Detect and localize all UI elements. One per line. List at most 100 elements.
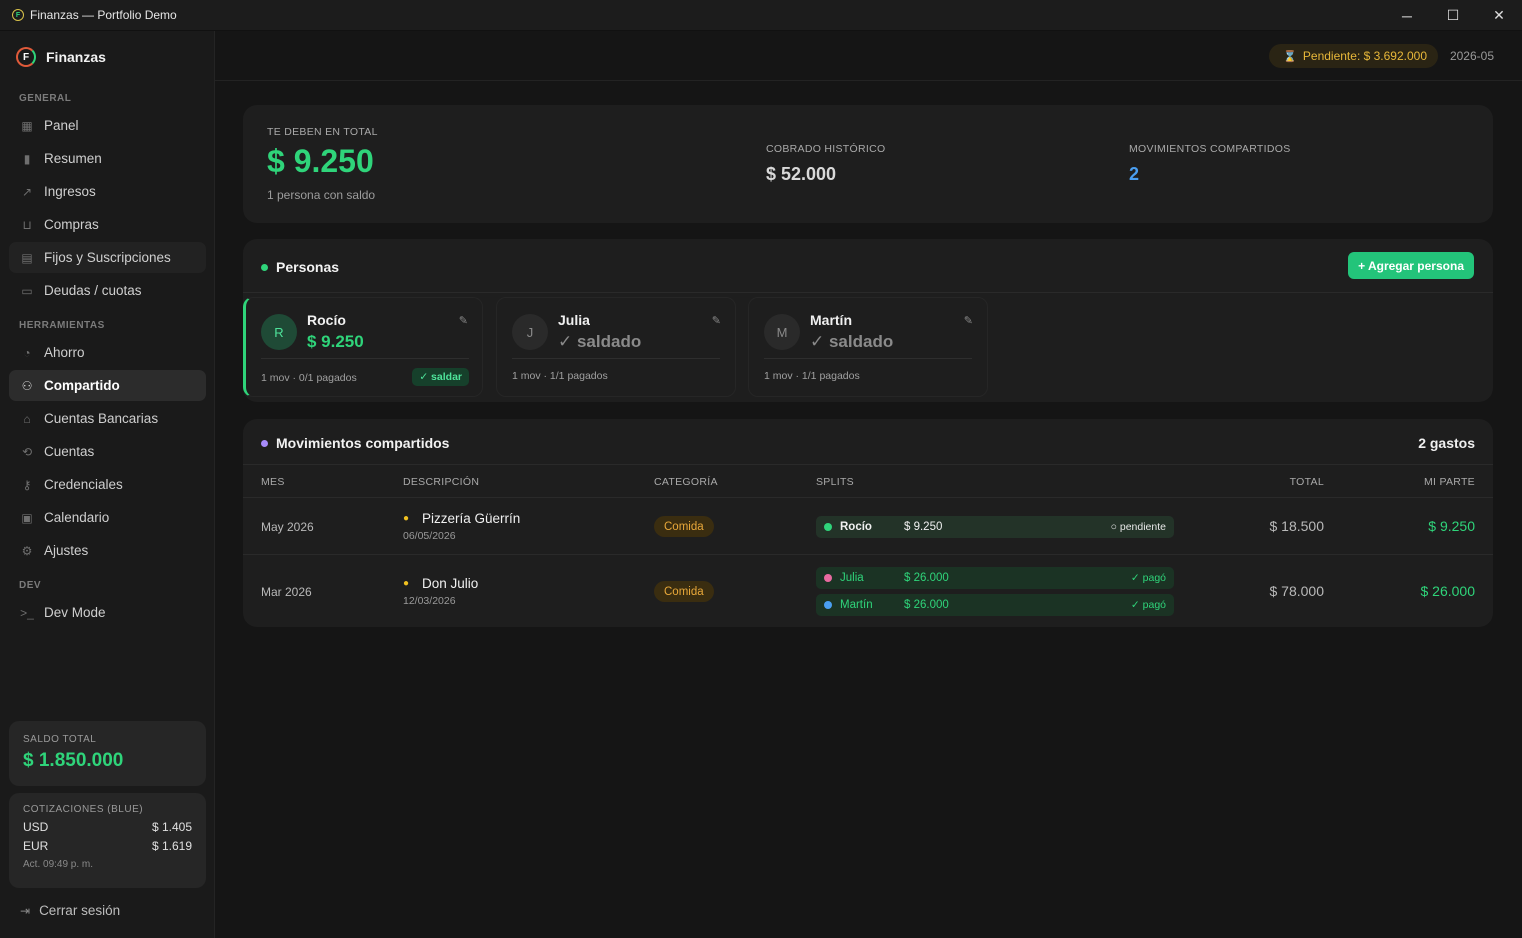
- sidebar-item-cuentas[interactable]: ⟲ Cuentas: [9, 436, 206, 467]
- brand-name: Finanzas: [46, 49, 106, 65]
- sidebar: F Finanzas GENERAL ▦ Panel ▮ Resumen ↗ Ingr…: [0, 31, 215, 938]
- person-card-rocio[interactable]: R Rocío $ 9.250 ✎ 1 mov · 0/1 pagados ✓ …: [243, 297, 483, 397]
- person-meta: 1 mov · 1/1 pagados: [512, 370, 608, 382]
- person-card-martin[interactable]: M Martín ✓ saldado ✎ 1 mov · 1/1 pagados: [748, 297, 988, 397]
- split-name: Martín: [840, 599, 873, 611]
- divider: [261, 358, 469, 359]
- split-amount: $ 26.000: [904, 572, 949, 584]
- sidebar-item-deudas[interactable]: ▭ Deudas / cuotas: [9, 275, 206, 306]
- collected-value: $ 52.000: [766, 164, 837, 184]
- sidebar-item-label: Panel: [44, 118, 79, 133]
- sidebar-item-compartido[interactable]: ⚇ Compartido: [9, 370, 206, 401]
- split-status[interactable]: ✓ pagó: [1131, 572, 1166, 584]
- row-date: 12/03/2026: [403, 595, 456, 607]
- sidebar-item-panel[interactable]: ▦ Panel: [9, 110, 206, 141]
- edit-pencil-icon[interactable]: ✎: [459, 314, 468, 327]
- pending-text: Pendiente: $ 3.692.000: [1302, 49, 1427, 63]
- category-badge: Comida: [654, 516, 714, 537]
- row-description: ● Don Julio: [403, 576, 478, 591]
- cotizacion-row: USD $ 1.405: [23, 820, 192, 834]
- section-label-general: GENERAL: [19, 93, 72, 104]
- logout-icon: ⇥: [20, 903, 31, 918]
- maximize-icon[interactable]: ☐: [1430, 0, 1476, 31]
- bar-chart-icon: ▮: [23, 151, 31, 166]
- sidebar-item-label: Fijos y Suscripciones: [44, 250, 171, 265]
- person-amount: ✓ saldado: [558, 332, 642, 351]
- split-status[interactable]: ○ pendiente: [1111, 521, 1166, 533]
- shared-value: 2: [1129, 164, 1140, 184]
- personas-title: Personas: [276, 259, 340, 275]
- terminal-icon: >_: [20, 605, 34, 620]
- column-header-splits: SPLITS: [816, 476, 854, 488]
- add-person-button[interactable]: + Agregar persona: [1348, 252, 1474, 279]
- close-icon[interactable]: ✕: [1476, 0, 1522, 31]
- split-amount: $ 9.250: [904, 521, 943, 533]
- piggy-bank-icon: ◔: [23, 345, 31, 360]
- cart-icon: ⊔: [22, 217, 32, 232]
- section-dot-icon: [261, 439, 268, 447]
- sidebar-item-ajustes[interactable]: ⚙ Ajustes: [9, 535, 206, 566]
- calendar-icon: ▣: [21, 510, 33, 525]
- owed-value: $ 9.250: [267, 143, 374, 179]
- sidebar-item-fijos[interactable]: ▤ Fijos y Suscripciones: [9, 242, 206, 273]
- currency-value: $ 1.619: [151, 839, 192, 853]
- sidebar-item-label: Dev Mode: [44, 605, 106, 620]
- currency-code: USD: [23, 820, 49, 834]
- logout-button[interactable]: ⇥ Cerrar sesión: [20, 903, 120, 918]
- sidebar-item-label: Credenciales: [44, 477, 123, 492]
- sidebar-item-label: Cuentas Bancarias: [44, 411, 159, 426]
- split-name: Julia: [840, 572, 864, 584]
- sidebar-item-label: Ahorro: [44, 345, 85, 360]
- edit-pencil-icon[interactable]: ✎: [964, 314, 973, 327]
- saldar-button[interactable]: ✓ saldar: [412, 368, 469, 386]
- person-card-julia[interactable]: J Julia ✓ saldado ✎ 1 mov · 1/1 pagados: [496, 297, 736, 397]
- brand[interactable]: F Finanzas: [16, 47, 106, 67]
- movimientos-card: Movimientos compartidos 2 gastos MES DES…: [243, 419, 1493, 627]
- credit-card-icon: ▭: [21, 283, 33, 298]
- row-month: Mar 2026: [261, 585, 312, 599]
- logout-label: Cerrar sesión: [39, 903, 121, 918]
- minimize-icon[interactable]: ─: [1384, 0, 1430, 31]
- row-total: $ 78.000: [1269, 583, 1325, 599]
- row-description-text: Don Julio: [422, 576, 479, 591]
- split-dot-icon: [824, 601, 832, 609]
- saldo-total-value: $ 1.850.000: [23, 750, 124, 771]
- split-name: Rocío: [840, 521, 872, 533]
- sidebar-item-cuentas-bancarias[interactable]: ⌂ Cuentas Bancarias: [9, 403, 206, 434]
- split-amount: $ 26.000: [904, 599, 949, 611]
- sidebar-item-ingresos[interactable]: ↗ Ingresos: [9, 176, 206, 207]
- person-name: Martín: [810, 312, 852, 328]
- column-header-total: TOTAL: [1289, 476, 1324, 488]
- cotizaciones-card: COTIZACIONES (BLUE) USD $ 1.405 EUR $ 1.…: [9, 793, 206, 888]
- cotizaciones-label: COTIZACIONES (BLUE): [23, 804, 144, 815]
- edit-pencil-icon[interactable]: ✎: [712, 314, 721, 327]
- column-header-mes: MES: [261, 476, 285, 488]
- row-total: $ 18.500: [1269, 518, 1325, 534]
- column-header-descripcion: DESCRIPCIÓN: [403, 476, 480, 488]
- person-name: Julia: [558, 312, 590, 328]
- saldo-total-card: SALDO TOTAL $ 1.850.000: [9, 721, 206, 786]
- sidebar-item-resumen[interactable]: ▮ Resumen: [9, 143, 206, 174]
- grid-icon: ▦: [21, 118, 33, 133]
- person-name: Rocío: [307, 312, 346, 328]
- sidebar-item-credenciales[interactable]: ⚷ Credenciales: [9, 469, 206, 500]
- sidebar-item-calendario[interactable]: ▣ Calendario: [9, 502, 206, 533]
- column-header-mi-parte: MI PARTE: [1423, 476, 1475, 488]
- person-amount: ✓ saldado: [810, 332, 894, 351]
- sidebar-item-ahorro[interactable]: ◔ Ahorro: [9, 337, 206, 368]
- owed-label: TE DEBEN EN TOTAL: [267, 126, 378, 138]
- split-chip: Julia $ 26.000 ✓ pagó: [816, 567, 1174, 589]
- split-chip: Martín $ 26.000 ✓ pagó: [816, 594, 1174, 616]
- topbar: ⌛ Pendiente: $ 3.692.000 2026-05: [215, 31, 1522, 81]
- window-title: Finanzas — Portfolio Demo: [30, 8, 177, 22]
- split-dot-icon: [824, 574, 832, 582]
- column-header-categoria: CATEGORÍA: [654, 476, 718, 488]
- category-badge: Comida: [654, 581, 714, 602]
- currency-value: $ 1.405: [151, 820, 192, 834]
- sidebar-item-dev-mode[interactable]: >_ Dev Mode: [9, 597, 206, 628]
- pending-badge[interactable]: ⌛ Pendiente: $ 3.692.000: [1269, 44, 1438, 68]
- sidebar-item-label: Cuentas: [44, 444, 95, 459]
- personas-card: Personas + Agregar persona R Rocío $ 9.2…: [243, 239, 1493, 402]
- sidebar-item-compras[interactable]: ⊔ Compras: [9, 209, 206, 240]
- split-status[interactable]: ✓ pagó: [1131, 599, 1166, 611]
